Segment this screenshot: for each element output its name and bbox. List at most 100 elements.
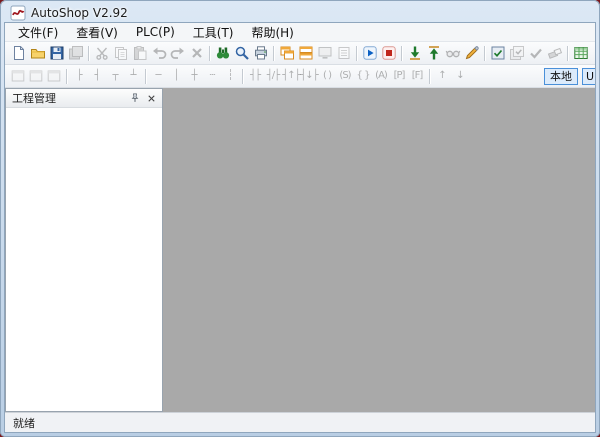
pencil-icon [465,46,479,60]
rising-edge-contact-icon: ┤↑├ [282,70,300,81]
inverse-instruction-button: (A) [372,67,390,86]
play-icon [362,46,377,60]
delete-vertical-line-button: ┆ [221,67,239,86]
download-to-plc-button[interactable] [405,44,424,63]
zoom-in-ladder-icon: ↑ [438,70,446,81]
insert-row-icon: ┬ [112,70,118,81]
folder-open-icon [30,49,45,59]
table-green-icon [573,47,588,59]
magnifier-icon [235,46,249,60]
delete-button [187,44,206,63]
scissors-icon [95,47,108,60]
upload-from-plc-button[interactable] [424,44,443,63]
eraser-icon [547,47,562,59]
project-manager-panel: 工程管理 [5,88,163,412]
status-text: 就绪 [13,416,35,430]
pin-icon[interactable] [127,91,142,106]
line-cross-icon: ┼ [191,70,197,81]
closed-contact-icon: ┤/├ [266,70,280,81]
stop-icon [381,46,396,60]
online-monitor-button [443,44,462,63]
toolbar-separator [145,68,146,84]
pulse-instruction-button: [P] [390,67,408,86]
horizontal-line-button: ─ [149,67,167,86]
set-reset-coil-button: (S) [336,67,354,86]
delete-cell-icon: ┤ [94,70,100,81]
instruction-list-view-button [27,67,45,86]
win-gray-icon [29,70,43,82]
new-file-button[interactable] [9,44,28,63]
syntax-check-button [526,44,545,63]
menu-tools[interactable]: 工具(T) [184,23,243,42]
stop-plc-button[interactable] [379,44,398,63]
delete-row-icon: ┴ [130,70,136,81]
copy-button [111,44,130,63]
app-frame: 文件(F) 查看(V) PLC(P) 工具(T) 帮助(H) ├ ┤ ┬ ┴ ─ │ ┼ ┄ ┆ ┤├ ┤/… [4,22,596,433]
check-icon [529,48,542,59]
cut-button [92,44,111,63]
list-icon [338,47,349,59]
zoom-out-ladder-icon: ↓ [456,70,464,81]
edit-mode-button[interactable] [462,44,481,63]
project-tree[interactable] [6,108,162,411]
menu-view[interactable]: 查看(V) [67,23,127,42]
app-logo-icon [10,5,26,21]
zoom-button[interactable] [232,44,251,63]
toolbar-standard [5,42,595,65]
toolbar-separator [401,45,402,61]
delete-icon [191,48,202,58]
menu-file[interactable]: 文件(F) [9,23,67,42]
open-contact-button: ┤├ [246,67,264,86]
delete-horizontal-line-button: ┄ [203,67,221,86]
toolbar-ladder: ├ ┤ ┬ ┴ ─ │ ┼ ┄ ┆ ┤├ ┤/├ ┤↑├ ┤↓├ ( ) (S) { } (A) [P] [F] ↑ ↓… [5,65,595,88]
panel-title: 工程管理 [12,92,56,105]
undo-icon [152,47,166,59]
delete-row-button: ┴ [124,67,142,86]
arrow-up-green-icon [428,46,439,60]
monitor-table-button [315,44,334,63]
panel-header: 工程管理 [6,89,162,108]
arrow-down-green-icon [409,46,420,60]
compile-all-button [507,44,526,63]
zoom-in-ladder-button: ↑ [433,67,451,86]
open-project-button[interactable] [28,44,47,63]
insert-cell-button: ├ [70,67,88,86]
glasses-icon [445,50,460,58]
find-button[interactable] [213,44,232,63]
toolbar-separator [484,45,485,61]
window-tile-icon [299,46,312,60]
rising-edge-contact-button: ┤↑├ [282,67,300,86]
element-monitor-table-button[interactable] [571,44,590,63]
output-window-button[interactable] [296,44,315,63]
undo-button [149,44,168,63]
line-cross-button: ┼ [185,67,203,86]
print-button[interactable] [251,44,270,63]
menu-help[interactable]: 帮助(H) [242,23,302,42]
toolbar-separator [429,68,430,84]
delete-vertical-line-icon: ┆ [227,70,233,81]
vertical-line-button: │ [167,67,185,86]
project-manager-window-button[interactable] [277,44,296,63]
menu-plc[interactable]: PLC(P) [127,24,184,40]
open-contact-icon: ┤├ [249,70,261,81]
func-instruction-button: [F] [408,67,426,86]
workspace[interactable] [163,88,595,412]
content-area: 工程管理 [5,88,595,412]
local-mode-button[interactable]: 本地 [544,67,578,85]
compile-icon [491,46,504,60]
paste-button [130,44,149,63]
compile-button[interactable] [488,44,507,63]
status-bar: 就绪 [5,412,595,432]
save-icon [50,46,63,60]
compile-all-icon [509,46,524,60]
sfc-view-button [45,67,63,86]
close-panel-icon[interactable] [144,91,159,106]
usb-mode-button[interactable]: U [582,67,595,85]
copy-icon [114,47,127,60]
title-bar[interactable]: AutoShop V2.92 [4,0,596,22]
save-button[interactable] [47,44,66,63]
win-gray-icon [11,70,25,82]
binoculars-icon [216,47,229,59]
redo-button [168,44,187,63]
run-plc-button[interactable] [360,44,379,63]
